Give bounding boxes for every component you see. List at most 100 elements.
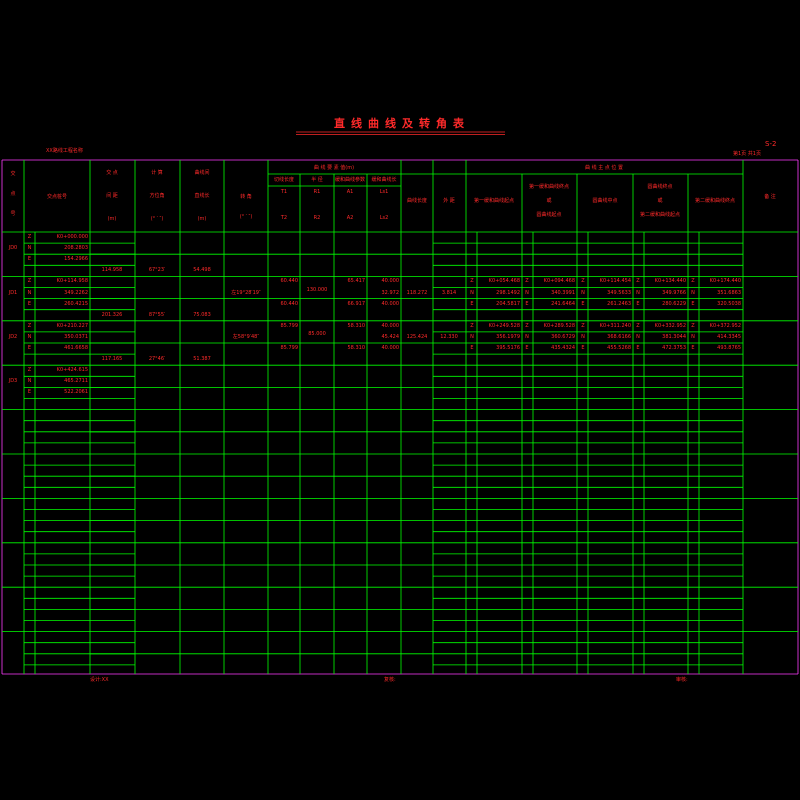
point-tag: Z xyxy=(636,322,640,329)
footer-designer: 设计:XX xyxy=(90,677,109,683)
header-position: 圆曲线终点 xyxy=(647,184,673,190)
curve-ls: 45.424 xyxy=(381,333,400,340)
point-tag: Z xyxy=(691,322,695,329)
point-coord-tag: E xyxy=(581,300,585,307)
coord-value: 154.2966 xyxy=(64,256,88,263)
header-position: 第一缓和曲线起点 xyxy=(473,198,514,204)
point-station: K0+114.454 xyxy=(599,278,631,285)
coord-value: K0+000.000 xyxy=(56,234,88,240)
point-tag: Z xyxy=(636,278,640,285)
point-tag: Z xyxy=(581,278,585,285)
point-coord: 349.5633 xyxy=(607,289,631,296)
point-coord: 340.3991 xyxy=(551,289,575,296)
coord-value: 461.6658 xyxy=(64,345,88,351)
point-station: K0+311.240 xyxy=(599,322,631,329)
coord-tag: E xyxy=(27,300,32,307)
point-coord-tag: E xyxy=(636,345,640,351)
header-azimuth: 计 算 xyxy=(151,170,163,176)
point-coord: 298.1492 xyxy=(496,289,520,296)
header-distance: 间 距 xyxy=(106,193,118,199)
header-remark: 备 注 xyxy=(764,194,776,200)
project-name: XX路线工程名称 xyxy=(46,148,83,154)
header-curve-sub: A1 xyxy=(346,189,354,195)
jd-label: JD2 xyxy=(8,333,18,340)
jd-label: JD3 xyxy=(8,378,18,385)
point-coord-tag: N xyxy=(691,333,695,340)
curve-length: 118.272 xyxy=(406,289,428,296)
point-coord: 455.5268 xyxy=(607,345,631,351)
coord-tag: Z xyxy=(27,234,32,240)
point-tag: Z xyxy=(525,322,529,329)
point-coord: 280.6229 xyxy=(662,300,686,307)
header-jd: 点 xyxy=(10,191,16,197)
curve-t2: 60.440 xyxy=(280,300,299,307)
footer-reviewer: 审核: xyxy=(676,677,688,683)
point-coord: 241.6464 xyxy=(551,300,575,307)
curve-t2: 85.799 xyxy=(280,345,299,351)
span-distance: 114.958 xyxy=(101,267,123,274)
page-info: 第1页 共1页 xyxy=(733,151,761,157)
point-coord-tag: E xyxy=(470,345,474,351)
header-position: 圆曲线中点 xyxy=(592,198,618,204)
point-coord: 435.4324 xyxy=(551,345,575,351)
point-station: K0+249.528 xyxy=(488,322,520,329)
span-azimuth: 67°23′ xyxy=(148,267,166,274)
point-coord-tag: E xyxy=(525,345,529,351)
coord-value: 465.2711 xyxy=(64,378,88,385)
header-distance: 交 点 xyxy=(106,170,118,176)
header-distance: (m) xyxy=(107,216,117,222)
span-distance: 117.165 xyxy=(101,356,123,363)
header-position: 或 xyxy=(546,198,552,204)
header-straight: (m) xyxy=(197,216,207,222)
curve-t1: 85.799 xyxy=(280,322,299,329)
curve-ls: 40.000 xyxy=(381,345,400,351)
drawing-sheet: 直线曲线及转角表 XX路线工程名称 S-2 第1页 共1页 交点号 交点桩号 交 点… xyxy=(0,0,800,800)
point-tag: Z xyxy=(691,278,695,285)
header-position: 第二缓和曲线终点 xyxy=(694,198,735,204)
curve-external: 3.814 xyxy=(441,289,457,296)
header-curve-sub: A2 xyxy=(346,215,354,221)
point-coord: 356.1979 xyxy=(496,333,520,340)
point-coord: 360.6729 xyxy=(551,333,575,340)
curve-ls: 32.972 xyxy=(381,289,400,296)
curve-ls: 40.000 xyxy=(381,278,400,285)
point-coord-tag: N xyxy=(470,333,474,340)
coord-value: 350.0371 xyxy=(64,333,88,340)
point-coord: 261.2463 xyxy=(607,300,631,307)
point-coord-tag: E xyxy=(691,300,695,307)
curve-ls: 40.000 xyxy=(381,322,400,329)
coord-value: K0+114.958 xyxy=(56,278,88,285)
header-position: 第一缓和曲线终点 xyxy=(528,184,569,190)
point-coord: 351.6863 xyxy=(717,289,741,296)
curve-t1: 60.440 xyxy=(280,278,299,285)
header-azimuth: (° ′ ″) xyxy=(150,216,164,222)
header-curve-sub: R1 xyxy=(313,189,321,195)
header-deflection: 转 角 xyxy=(240,194,252,200)
point-station: K0+054.468 xyxy=(488,278,520,285)
curve-radius: 130.000 xyxy=(306,286,328,293)
coord-value: 208.2803 xyxy=(64,245,88,252)
point-coord-tag: N xyxy=(525,289,529,296)
header-curve-sub: Ls1 xyxy=(379,189,389,195)
curve-a2: 66.917 xyxy=(347,300,366,307)
header-deflection: (° ′ ″) xyxy=(239,214,253,220)
point-station: K0+174.440 xyxy=(709,278,741,285)
point-coord-tag: E xyxy=(636,300,640,307)
header-curve-sub: 缓和曲线长 xyxy=(371,177,397,183)
point-coord-tag: N xyxy=(691,289,695,296)
table-title: 直线曲线及转角表 xyxy=(334,117,470,130)
point-tag: Z xyxy=(470,278,474,285)
curve-radius: 85.000 xyxy=(308,330,326,337)
header-position: 第二缓和曲线起点 xyxy=(639,212,680,218)
point-coord: 493.8765 xyxy=(717,345,741,351)
coord-tag: N xyxy=(27,378,32,385)
point-coord-tag: N xyxy=(581,289,585,296)
point-tag: Z xyxy=(581,322,585,329)
point-tag: Z xyxy=(525,278,529,285)
coord-value: K0+210.227 xyxy=(56,322,88,329)
point-coord-tag: N xyxy=(581,333,585,340)
span-distance: 201.326 xyxy=(101,311,123,318)
point-station: K0+134.440 xyxy=(654,278,686,285)
header-curve-sub: T1 xyxy=(280,189,288,195)
header-jd: 号 xyxy=(10,211,16,217)
